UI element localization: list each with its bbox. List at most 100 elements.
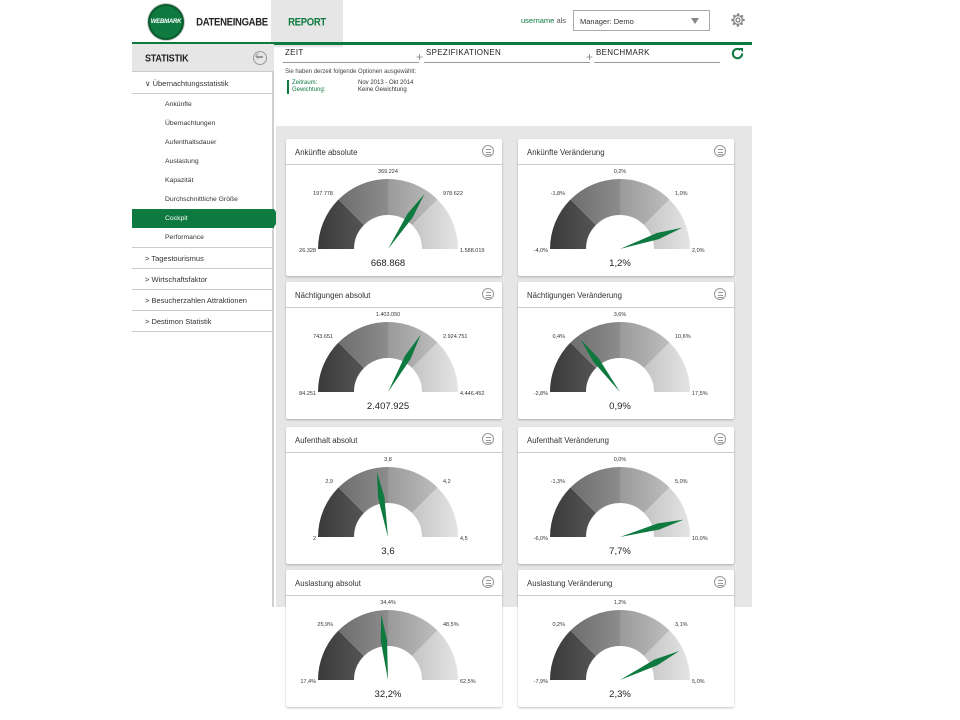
gauge-tick-label: 1,0% bbox=[675, 191, 688, 197]
sidebar-section-uebernachtungsstatistik[interactable]: ∨ Übernachtungsstatistik bbox=[132, 73, 274, 94]
tab-spezifikationen[interactable]: SPEZIFIKATIONEN bbox=[426, 48, 501, 57]
menu-icon[interactable] bbox=[714, 288, 726, 300]
webmark-logo[interactable]: WEBMARK bbox=[148, 4, 184, 40]
gauge-tick-label: 48,5% bbox=[443, 622, 459, 628]
gauge-tick-label: 3,6% bbox=[614, 312, 627, 318]
sidebar-section-tagestourismus[interactable]: > Tagestourismus bbox=[132, 248, 274, 269]
sidebar-item-performance[interactable]: Performance bbox=[132, 228, 274, 248]
sidebar-title: STATISTIK bbox=[145, 52, 189, 64]
gauge-card: Aufenthalt Veränderung -6,0% -1,3% 0,0% 5,0%… bbox=[518, 427, 734, 564]
gauge-tick-label: 62,5% bbox=[460, 679, 476, 685]
refresh-icon[interactable] bbox=[729, 45, 746, 62]
gauge-card: Nächtigungen Veränderung -2,8% 0,4% 3,6% 10,… bbox=[518, 282, 734, 419]
gauge-title: Auslastung Veränderung bbox=[527, 579, 613, 588]
gauge-value: 32,2% bbox=[375, 689, 402, 700]
gauge-title: Aufenthalt absolut bbox=[295, 436, 358, 445]
card-header: Nächtigungen absolut bbox=[286, 282, 502, 308]
gauge-title: Nächtigungen Veränderung bbox=[527, 291, 622, 300]
gauge-card: Auslastung Veränderung -7,9% 0,2% 1,2% 3,1% 5… bbox=[518, 570, 734, 707]
sidebar-item-kapazitaet[interactable]: Kapazität bbox=[132, 171, 274, 190]
gauge-tick-label: 10,0% bbox=[692, 536, 708, 542]
gauge-tick-label: 0,2% bbox=[614, 169, 627, 175]
gauge-chart: -4,0% -1,8% 0,2% 1,0% 2,0% 1,2% bbox=[534, 169, 705, 269]
gauge-title: Nächtigungen absolut bbox=[295, 291, 371, 300]
menu-icon[interactable] bbox=[714, 145, 726, 157]
tab-zeit[interactable]: ZEIT bbox=[285, 48, 304, 57]
gauge-tick-label: 0,2% bbox=[552, 622, 565, 628]
gauge-value: 2,3% bbox=[609, 689, 631, 700]
gauge-tick-label: 369.224 bbox=[378, 169, 398, 175]
gauge-title: Aufenthalt Veränderung bbox=[527, 436, 609, 445]
gauge-tick-label: 197.778 bbox=[313, 191, 333, 197]
menu-icon[interactable] bbox=[714, 433, 726, 445]
logo-text: WEBMARK bbox=[150, 19, 182, 25]
gauge-tick-label: 4.446.452 bbox=[460, 391, 484, 397]
gauge-tick-label: 0,4% bbox=[552, 334, 565, 340]
gauge-chart: -6,0% -1,3% 0,0% 5,0% 10,0% 7,7% bbox=[534, 457, 708, 557]
sidebar-section-besucherzahlen[interactable]: > Besucherzahlen Attraktionen bbox=[132, 290, 274, 311]
sidebar-item-cockpit[interactable]: Cockpit bbox=[132, 209, 280, 228]
back-arrow-icon[interactable] bbox=[253, 51, 267, 65]
chevron-down-icon bbox=[691, 18, 699, 24]
gauge-tick-label: 4,2 bbox=[443, 479, 451, 485]
manager-select[interactable]: Manager: Demo bbox=[573, 10, 710, 31]
gauge-title: Auslastung absolut bbox=[295, 579, 361, 588]
gauge-tick-label: 978.622 bbox=[443, 191, 463, 197]
gauge-tick-label: 2.924.751 bbox=[443, 334, 467, 340]
gauge-chart: 84.251 743.651 1.403.050 2.924.751 4.446.452… bbox=[299, 312, 484, 412]
sidebar-item-aufenthaltsdauer[interactable]: Aufenthaltsdauer bbox=[132, 133, 274, 152]
gauge-value: 7,7% bbox=[609, 546, 631, 557]
gauge-value: 1,2% bbox=[609, 258, 631, 269]
gauge-tick-label: 3,8 bbox=[384, 457, 392, 463]
menu-icon[interactable] bbox=[714, 576, 726, 588]
menu-icon[interactable] bbox=[482, 288, 494, 300]
gauge-tick-label: 743.651 bbox=[313, 334, 333, 340]
gewichtung-value: Keine Gewichtung bbox=[358, 87, 407, 93]
sidebar-item-ankuenfte[interactable]: Ankünfte bbox=[132, 95, 274, 114]
tab-benchmark[interactable]: BENCHMARK bbox=[596, 48, 650, 57]
gauge-tick-label: 5,0% bbox=[692, 679, 705, 685]
menu-icon[interactable] bbox=[482, 576, 494, 588]
card-header: Nächtigungen Veränderung bbox=[518, 282, 734, 308]
gauge-tick-label: 1.403.050 bbox=[376, 312, 400, 318]
als-label: als bbox=[556, 16, 567, 25]
gauge-tick-label: 4,5 bbox=[460, 536, 468, 542]
gauge-tick-label: -1,3% bbox=[551, 479, 565, 485]
gauge-tick-label: 3,1% bbox=[675, 622, 688, 628]
nav-dateneingabe[interactable]: DATENEINGABE bbox=[196, 0, 268, 47]
gauge-card: Ankünfte Veränderung -4,0% -1,8% 0,2% 1,0% 2,… bbox=[518, 139, 734, 276]
gauge-card: Aufenthalt absolut 2 2,9 3,8 4,2 4,5 3,6 bbox=[286, 427, 502, 564]
card-header: Aufenthalt Veränderung bbox=[518, 427, 734, 453]
card-header: Aufenthalt absolut bbox=[286, 427, 502, 453]
gauge-tick-label: 2 bbox=[313, 536, 316, 542]
nav-report[interactable]: REPORT bbox=[271, 0, 343, 48]
sidebar-item-uebernachtungen[interactable]: Übernachtungen bbox=[132, 114, 274, 133]
gear-icon[interactable] bbox=[729, 11, 747, 29]
gauge-tick-label: 84.251 bbox=[299, 391, 316, 397]
gauge-card: Auslastung absolut 17,4% 25,9% 34,4% 48,5% 62… bbox=[286, 570, 502, 707]
gauge-value: 668.868 bbox=[371, 258, 405, 269]
gauge-tick-label: 1.588.019 bbox=[460, 248, 484, 254]
gauge-tick-label: -1,8% bbox=[551, 191, 565, 197]
gauge-tick-label: 26.328 bbox=[299, 248, 316, 254]
card-header: Ankünfte absolute bbox=[286, 139, 502, 165]
menu-icon[interactable] bbox=[482, 433, 494, 445]
menu-icon[interactable] bbox=[482, 145, 494, 157]
sidebar-section-wirtschaftsfaktor[interactable]: > Wirtschaftsfaktor bbox=[132, 269, 274, 290]
sidebar-section-destimon[interactable]: > Destimon Statistik bbox=[132, 311, 274, 332]
user-label: username als bbox=[521, 16, 566, 25]
tab-underline bbox=[424, 62, 590, 63]
zeitraum-label: Zeitraum: bbox=[292, 80, 318, 86]
gauge-value: 2.407.925 bbox=[367, 401, 409, 412]
selection-info: Sie haben derzeit folgende Optionen ausg… bbox=[285, 69, 417, 75]
card-header: Auslastung Veränderung bbox=[518, 570, 734, 596]
sidebar: STATISTIK ∨ Übernachtungsstatistik Ankün… bbox=[132, 44, 280, 607]
sidebar-header: STATISTIK bbox=[132, 44, 274, 72]
gauge-tick-label: 17,5% bbox=[692, 391, 708, 397]
gauge-tick-label: 2,9 bbox=[325, 479, 333, 485]
sidebar-item-auslastung[interactable]: Auslastung bbox=[132, 152, 274, 171]
sidebar-item-durchschnittliche-groesse[interactable]: Durchschnittliche Größe bbox=[132, 190, 274, 209]
gauge-tick-label: 10,6% bbox=[675, 334, 691, 340]
tab-underline bbox=[283, 62, 419, 63]
card-header: Ankünfte Veränderung bbox=[518, 139, 734, 165]
